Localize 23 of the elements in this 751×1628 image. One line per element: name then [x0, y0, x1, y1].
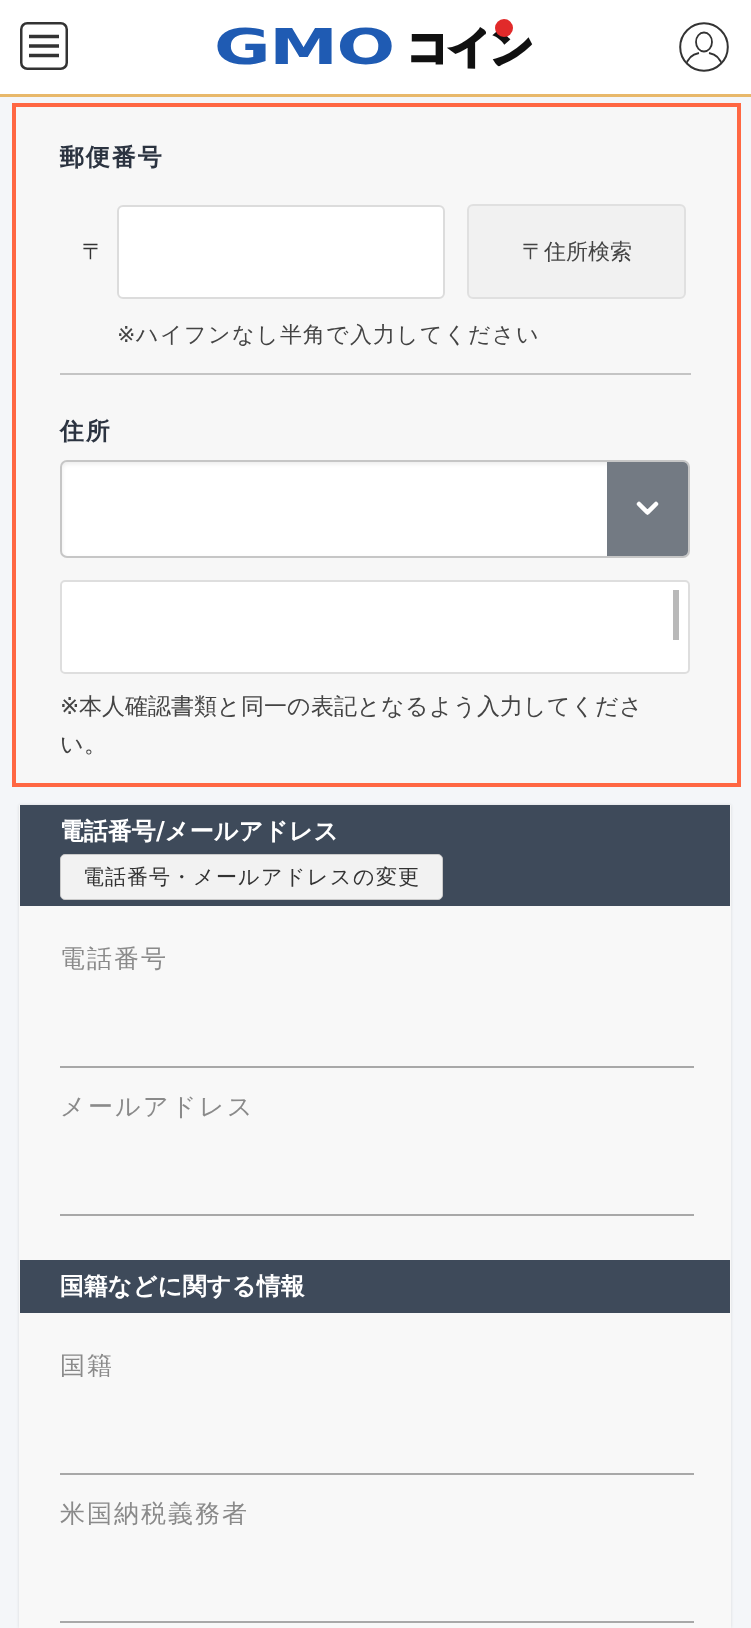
input-field[interactable]: 米国納税義務者: [60, 1475, 694, 1623]
field-label: 電話番号: [60, 943, 168, 975]
postal-code-label: 郵便番号: [60, 142, 165, 172]
logo-text[interactable]: GMO: [214, 22, 395, 72]
chevron-down-icon: [607, 462, 688, 556]
field-label: 国籍: [60, 1350, 114, 1382]
field-label: 米国納税義務者: [60, 1498, 249, 1530]
postal-code-field[interactable]: [117, 204, 445, 299]
postal-mark: 〒: [82, 237, 104, 266]
note-text: ※本人確認書類と同一の表記となるよう入力してください。: [60, 692, 645, 759]
section-title: 国籍などに関する情報: [60, 1271, 306, 1301]
logo-text[interactable]: コイン: [406, 24, 533, 70]
address-search-button[interactable]: 〒住所検索: [467, 204, 686, 299]
scrollbar-thumb: [673, 590, 679, 640]
field-label: メールアドレス: [60, 1091, 255, 1123]
hint-text: ※ハイフンなし半角で入力してください: [116, 321, 542, 349]
user-icon[interactable]: [679, 22, 729, 72]
prefecture-select[interactable]: [60, 460, 690, 558]
address-label: 住所: [60, 416, 113, 446]
address-field[interactable]: [60, 580, 690, 674]
menu-icon[interactable]: [20, 22, 68, 70]
change-button[interactable]: 電話番号・メールアドレスの変更: [60, 854, 443, 900]
section-title: 電話番号/メールアドレス: [60, 816, 340, 846]
